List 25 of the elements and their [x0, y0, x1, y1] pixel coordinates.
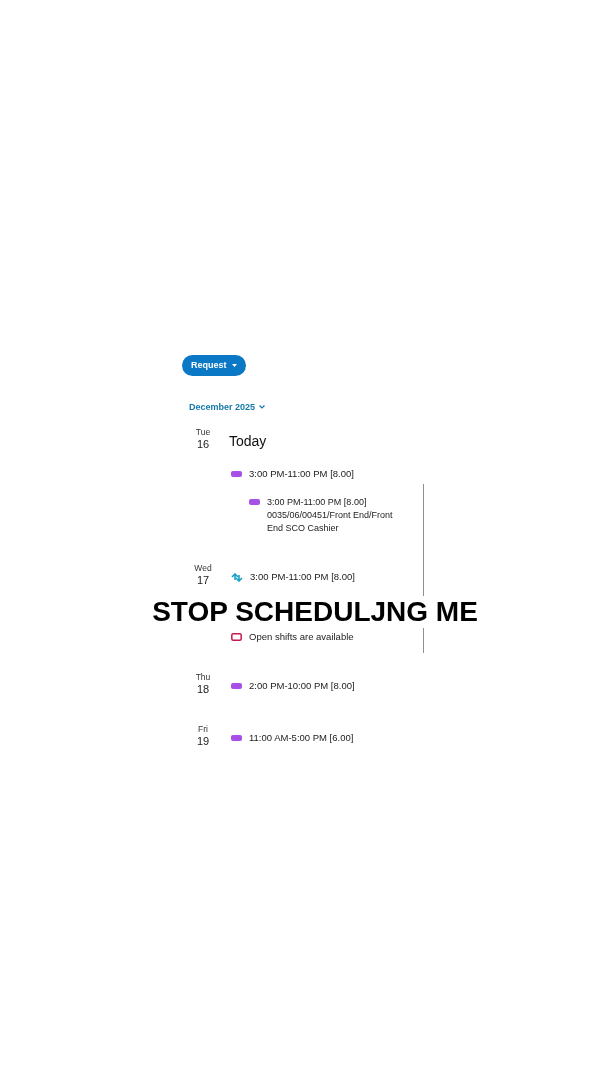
- shift-time[interactable]: 3:00 PM-11:00 PM [8.00]: [249, 467, 354, 481]
- swap-arrows-icon: [231, 572, 243, 582]
- shift-time[interactable]: 3:00 PM-11:00 PM [8.00]: [250, 570, 355, 584]
- weekday-label: Fri: [198, 723, 208, 735]
- shift-bar-icon: [231, 683, 242, 689]
- shift-time[interactable]: 11:00 AM-5:00 PM [6.00]: [249, 731, 354, 745]
- month-picker[interactable]: December 2025: [189, 401, 266, 413]
- shift-time[interactable]: 2:00 PM-10:00 PM [8.00]: [249, 679, 355, 693]
- request-button[interactable]: Request: [182, 355, 246, 376]
- date-number: 19: [196, 735, 210, 748]
- weekday-label: Wed: [194, 562, 212, 574]
- weekday-label: Tue: [195, 426, 211, 438]
- shift-bar-icon: [249, 499, 260, 505]
- open-shift-outline-icon: [231, 633, 242, 641]
- weekday-label: Thu: [195, 671, 211, 683]
- shift-details[interactable]: 3:00 PM-11:00 PM [8.00] 0035/06/00451/Front End/Front End SCO Cashier: [267, 496, 403, 535]
- shift-bar-icon: [231, 735, 242, 741]
- date-number: 17: [196, 574, 210, 587]
- date-number: 16: [196, 438, 210, 451]
- open-shifts-notice[interactable]: Open shifts are available: [249, 630, 354, 644]
- date-number: 18: [196, 683, 210, 696]
- day-heading: Today: [229, 432, 267, 450]
- chevron-down-icon: [259, 405, 266, 409]
- shift-bar-icon: [231, 471, 242, 477]
- caret-icon: [231, 364, 237, 367]
